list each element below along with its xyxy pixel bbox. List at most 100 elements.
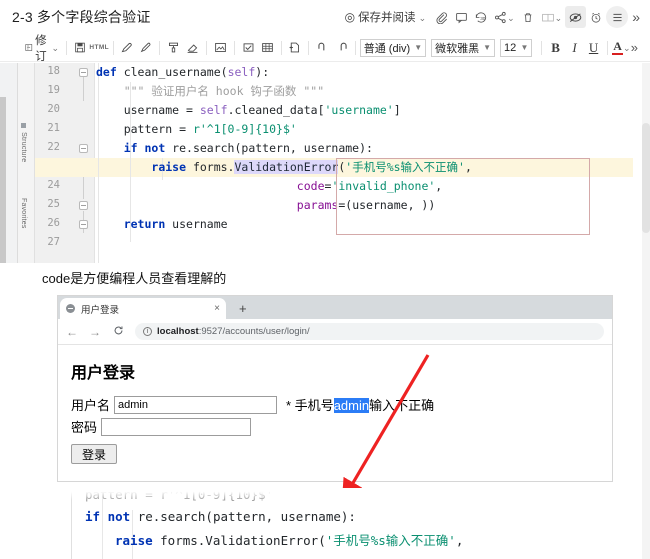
fold-toggle-icon[interactable] (79, 220, 88, 229)
focus-mode-button[interactable] (565, 6, 587, 28)
browser-tab[interactable]: 用户登录 × (60, 298, 226, 319)
italic-button[interactable]: I (565, 38, 584, 58)
insert-page-button[interactable] (285, 38, 304, 58)
history-button[interactable]: 30 (471, 6, 491, 28)
svg-text:30: 30 (480, 15, 486, 20)
line-number: 20 (47, 103, 60, 115)
attachment-button[interactable] (431, 6, 451, 28)
bold-button[interactable]: B (546, 38, 565, 58)
fold-toggle-icon[interactable] (79, 201, 88, 210)
error-selected-text: admin (333, 398, 370, 413)
caption-text: code是方便编程人员查看理解的 (42, 271, 227, 286)
delete-button[interactable] (518, 6, 538, 28)
book-icon (541, 13, 554, 21)
code-editor-top[interactable]: def clean_username(self): """ 验证用户名 hook… (35, 63, 633, 263)
insert-table-button[interactable] (258, 38, 277, 58)
paragraph-style-select[interactable]: 普通 (div) ▼ (359, 38, 427, 57)
save-and-read-button[interactable]: ◎ 保存并阅读 ⌄ (340, 6, 432, 28)
save-button[interactable] (71, 38, 90, 58)
new-tab-button[interactable]: + (239, 301, 247, 316)
history-icon: 30 (476, 11, 487, 23)
redo-arrow-icon (340, 42, 347, 51)
page-title: 2-3 多个字段综合验证 (12, 9, 151, 25)
chevron-down-icon: ⌄ (623, 43, 631, 53)
scrollbar-thumb[interactable] (642, 123, 650, 233)
font-size-select[interactable]: 12 ▼ (500, 38, 533, 57)
insert-image-button[interactable] (211, 38, 230, 58)
divider (355, 40, 356, 55)
code-line: if not re.search(pattern, username): (85, 509, 356, 524)
forward-icon[interactable]: → (89, 325, 101, 339)
structure-icon (20, 123, 26, 128)
sidebar-item-structure[interactable]: Structure (20, 123, 27, 162)
code-line: def clean_username(self): (96, 65, 270, 79)
divider (112, 40, 114, 55)
line-number: 24 (47, 179, 60, 191)
checkbox-list-button[interactable] (239, 38, 258, 58)
html-source-button[interactable]: HTML (89, 38, 110, 58)
paperclip-icon (436, 11, 447, 24)
revision-button[interactable]: 修订 ⌄ (22, 35, 62, 63)
back-icon[interactable]: ← (66, 325, 78, 339)
close-icon[interactable]: × (214, 303, 220, 314)
line-number: 25 (47, 198, 60, 210)
code-line: if not re.search(pattern, username): (123, 141, 373, 155)
clear-format-button[interactable] (183, 38, 202, 58)
reminder-button[interactable] (586, 6, 606, 28)
fold-toggle-icon[interactable] (79, 144, 88, 153)
address-bar[interactable]: i localhost:9527/accounts/user/login/ (135, 323, 604, 340)
html-label: HTML (89, 44, 110, 51)
url-path: :9527/accounts/user/login/ (198, 326, 310, 337)
username-input[interactable]: admin (114, 395, 278, 414)
comment-button[interactable] (451, 6, 471, 28)
fold-toggle-icon[interactable] (79, 68, 88, 77)
outline-button[interactable] (606, 6, 629, 28)
code-line: username = self.cleaned_data['username'] (96, 103, 401, 117)
code-line: return username (123, 217, 228, 231)
info-icon[interactable]: i (143, 327, 152, 336)
chevron-down-icon: ⌄ (51, 43, 59, 53)
username-label: 用户名 (71, 398, 111, 413)
reload-icon[interactable] (112, 325, 124, 339)
format-overflow-button[interactable]: » (631, 40, 642, 55)
underline-button[interactable]: U (584, 38, 603, 58)
code-line: pattern = r'^1[0-9]{10}$' (96, 122, 297, 136)
code-line: raise forms.ValidationError('手机号%s输入不正确'… (115, 533, 464, 548)
sidebar-item-favorites[interactable]: Favorites (20, 198, 27, 229)
highlighter-button[interactable] (117, 38, 136, 58)
table-icon (261, 43, 273, 52)
header-overflow-button[interactable]: » (628, 9, 640, 25)
username-row: 用户名 admin * 手机号admin输入不正确 (71, 395, 612, 414)
web-page-content: 用户登录 用户名 admin * 手机号admin输入不正确 密码 登录 (58, 345, 612, 481)
share-button[interactable]: ⌄ (491, 6, 518, 28)
annotation-box-error-args (336, 158, 590, 235)
paragraph-style-value: 普通 (div) (363, 42, 411, 55)
line-number: 21 (47, 122, 60, 134)
font-color-button[interactable]: A ⌄ (612, 38, 631, 58)
page-heading: 用户登录 (71, 365, 136, 382)
ide-side-tool-labels: Structure Favorites (18, 63, 35, 263)
redo-button[interactable] (332, 38, 351, 58)
error-suffix: 输入不正确 (369, 398, 435, 413)
login-button[interactable]: 登录 (71, 444, 118, 464)
fade-overlay (57, 488, 633, 500)
floppy-save-icon (75, 42, 85, 53)
browser-nav-bar: ← → i localhost:9527/accounts/user/login… (58, 319, 612, 345)
font-color-swatch (612, 52, 624, 56)
eraser-icon (187, 44, 198, 53)
line-number: 19 (47, 84, 60, 96)
book-view-button[interactable]: ⌄ (538, 6, 566, 28)
favicon-globe-icon (66, 304, 75, 313)
font-family-select[interactable]: 微软雅黑 ▼ (431, 38, 496, 57)
pen-button[interactable] (136, 38, 155, 58)
username-error-message: * 手机号admin输入不正确 (286, 395, 434, 414)
undo-button[interactable] (313, 38, 332, 58)
password-label: 密码 (71, 420, 98, 435)
chevron-down-icon: ⌄ (418, 12, 427, 23)
format-paint-button[interactable] (164, 38, 183, 58)
password-input[interactable] (101, 417, 252, 436)
line-number: 26 (47, 217, 60, 229)
document-scrollbar[interactable] (642, 63, 650, 559)
fold-guide (83, 75, 84, 101)
ide-screenshot-bottom: pattern = r'^1[0-9]{10}$' if not re.sear… (57, 488, 633, 559)
